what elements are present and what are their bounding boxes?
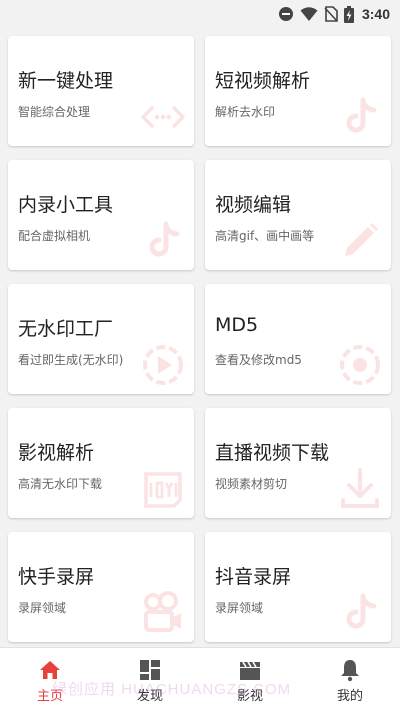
card-title: 无水印工厂 xyxy=(18,318,114,340)
card-title: 视频编辑 xyxy=(215,194,292,216)
card-subtitle: 配合虚拟相机 xyxy=(18,229,91,243)
card-video-edit[interactable]: 视频编辑 高清gif、画中画等 xyxy=(205,160,391,270)
card-title: MD5 xyxy=(215,314,259,336)
clapperboard-icon xyxy=(238,658,262,682)
nav-label: 影视 xyxy=(236,689,263,704)
tiktok-icon xyxy=(337,590,383,636)
card-title: 影视解析 xyxy=(18,442,95,464)
wifi-icon xyxy=(300,6,318,22)
nav-label: 发现 xyxy=(136,689,163,704)
card-subtitle: 智能综合处理 xyxy=(18,105,91,119)
card-film-parse[interactable]: 影视解析 高清无水印下载 xyxy=(8,408,194,518)
card-short-video-parse[interactable]: 短视频解析 解析去水印 xyxy=(205,36,391,146)
nav-item-film[interactable]: 影视 xyxy=(200,648,300,711)
nav-item-mine[interactable]: 我的 xyxy=(300,648,400,711)
card-subtitle: 高清无水印下载 xyxy=(18,477,103,491)
dashboard-icon xyxy=(138,658,162,682)
record-circle-icon xyxy=(337,342,383,388)
tiktok-icon xyxy=(337,94,383,140)
card-title: 短视频解析 xyxy=(215,70,311,92)
tool-grid: 新一键处理 智能综合处理 短视频解析 解析去水印 内录小工具 配合虚拟相机 视频… xyxy=(8,36,394,642)
nav-item-home[interactable]: 主页 xyxy=(0,648,100,711)
iqiyi-icon xyxy=(140,466,186,512)
card-one-click-process[interactable]: 新一键处理 智能综合处理 xyxy=(8,36,194,146)
download-icon xyxy=(337,466,383,512)
card-title: 新一键处理 xyxy=(18,70,114,92)
battery-charging-icon xyxy=(343,5,354,23)
card-subtitle: 解析去水印 xyxy=(215,105,276,119)
card-md5[interactable]: MD5 查看及修改md5 xyxy=(205,284,391,394)
card-live-video-download[interactable]: 直播视频下载 视频素材剪切 xyxy=(205,408,391,518)
nav-item-discover[interactable]: 发现 xyxy=(100,648,200,711)
nav-label: 我的 xyxy=(336,689,363,704)
nav-label: 主页 xyxy=(36,689,63,704)
card-title: 直播视频下载 xyxy=(215,442,330,464)
pencil-icon xyxy=(337,218,383,264)
card-internal-record-tool[interactable]: 内录小工具 配合虚拟相机 xyxy=(8,160,194,270)
card-subtitle: 看过即生成(无水印) xyxy=(18,353,124,367)
card-title: 内录小工具 xyxy=(18,194,114,216)
code-brackets-icon xyxy=(140,94,186,140)
do-not-disturb-icon xyxy=(278,6,294,22)
card-subtitle: 高清gif、画中画等 xyxy=(215,229,315,243)
bottom-nav: 主页 发现 影视 我的 xyxy=(0,647,400,711)
card-title: 快手录屏 xyxy=(18,566,95,588)
card-subtitle: 视频素材剪切 xyxy=(215,477,288,491)
card-kuaishou-record[interactable]: 快手录屏 录屏领域 xyxy=(8,532,194,642)
bell-icon xyxy=(338,658,362,682)
status-bar: 3:40 xyxy=(0,0,400,28)
no-sim-icon xyxy=(324,6,338,22)
status-time: 3:40 xyxy=(361,6,390,22)
card-subtitle: 录屏领域 xyxy=(18,601,67,615)
card-subtitle: 查看及修改md5 xyxy=(215,353,302,367)
kuaishou-camera-icon xyxy=(140,590,186,636)
tiktok-icon xyxy=(140,218,186,264)
card-douyin-record[interactable]: 抖音录屏 录屏领域 xyxy=(205,532,391,642)
home-icon xyxy=(38,658,62,682)
card-title: 抖音录屏 xyxy=(215,566,292,588)
card-subtitle: 录屏领域 xyxy=(215,601,264,615)
play-circle-icon xyxy=(140,342,186,388)
card-watermark-free-factory[interactable]: 无水印工厂 看过即生成(无水印) xyxy=(8,284,194,394)
